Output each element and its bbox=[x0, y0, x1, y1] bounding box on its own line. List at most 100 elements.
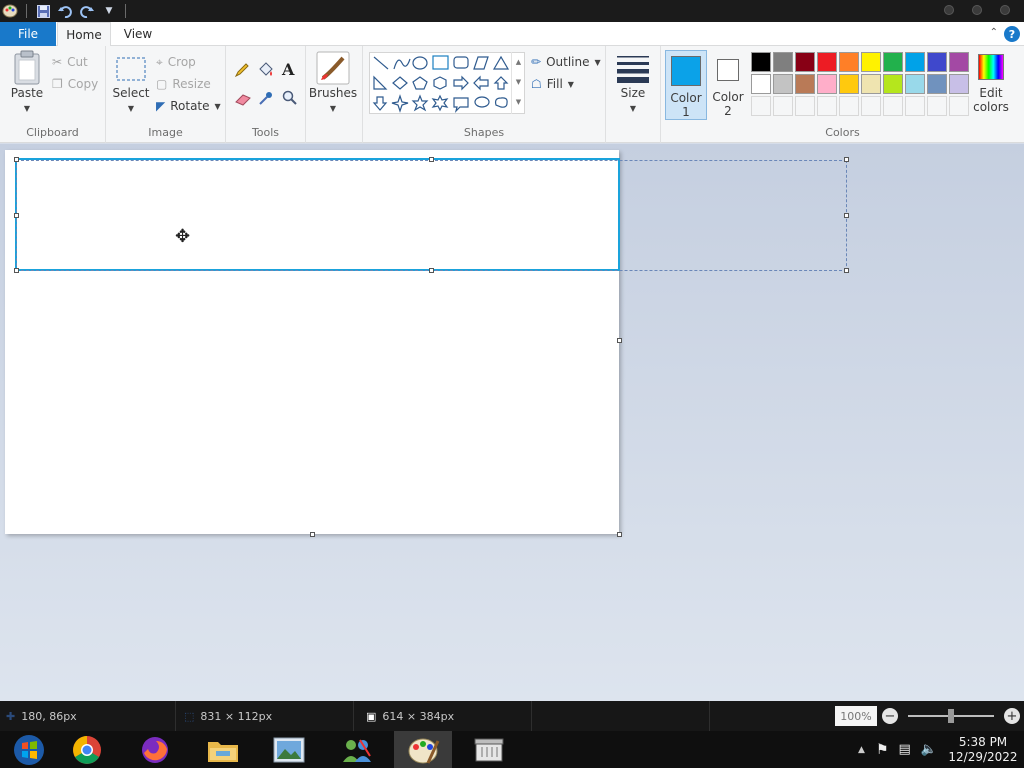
save-icon[interactable] bbox=[35, 3, 51, 19]
text-icon[interactable]: A bbox=[282, 60, 294, 79]
fill-bucket-icon[interactable] bbox=[257, 62, 275, 81]
rotate-button[interactable]: ◤ Rotate ▼ bbox=[156, 96, 221, 116]
title-bar: ▼ bbox=[0, 0, 1024, 22]
palette-swatch[interactable] bbox=[817, 96, 837, 116]
palette-swatch[interactable] bbox=[883, 52, 903, 72]
crop-button[interactable]: ⌖ Crop bbox=[156, 52, 196, 72]
close-button[interactable] bbox=[1000, 5, 1010, 15]
palette-swatch[interactable] bbox=[795, 96, 815, 116]
cut-button[interactable]: ✂ Cut bbox=[52, 52, 88, 72]
selection-handle-bottom-right[interactable] bbox=[844, 268, 849, 273]
shape-selection-box[interactable] bbox=[16, 160, 847, 271]
undo-icon[interactable] bbox=[57, 3, 73, 19]
zoom-slider-thumb[interactable] bbox=[948, 709, 954, 723]
palette-swatch[interactable] bbox=[905, 52, 925, 72]
tools-group-label: Tools bbox=[251, 126, 280, 139]
shapes-group-label: Shapes bbox=[463, 126, 505, 139]
palette-swatch[interactable] bbox=[927, 74, 947, 94]
tab-file[interactable]: File bbox=[0, 22, 56, 46]
brush-icon bbox=[316, 51, 350, 85]
taskbar-chrome[interactable] bbox=[58, 731, 116, 768]
maximize-button[interactable] bbox=[972, 5, 982, 15]
selection-handle-bottom-left[interactable] bbox=[14, 268, 19, 273]
action-center-flag-icon[interactable]: ⚑ bbox=[871, 742, 894, 758]
palette-swatch[interactable] bbox=[905, 96, 925, 116]
paint-app-icon[interactable] bbox=[2, 3, 18, 19]
brushes-button[interactable]: Brushes ▼ bbox=[309, 50, 357, 116]
fill-button[interactable]: ☖ Fill ▼ bbox=[531, 74, 574, 94]
palette-swatch[interactable] bbox=[817, 74, 837, 94]
size-button[interactable]: Size ▼ bbox=[612, 50, 654, 116]
palette-swatch[interactable] bbox=[883, 74, 903, 94]
copy-button[interactable]: ❐ Copy bbox=[52, 74, 98, 94]
customize-dropdown-icon[interactable]: ▼ bbox=[101, 3, 117, 19]
taskbar-network-people[interactable] bbox=[328, 731, 386, 768]
palette-swatch[interactable] bbox=[949, 96, 969, 116]
palette-swatch[interactable] bbox=[795, 74, 815, 94]
palette-swatch[interactable] bbox=[861, 96, 881, 116]
taskbar-photo-viewer[interactable] bbox=[260, 731, 318, 768]
palette-swatch[interactable] bbox=[751, 96, 771, 116]
fill-label: Fill bbox=[546, 77, 563, 91]
rectangle-shape-icon bbox=[432, 55, 449, 70]
paste-button[interactable]: Paste ▼ bbox=[8, 50, 46, 116]
canvas-resize-handle-bottom[interactable] bbox=[310, 532, 315, 537]
shapes-gallery-scroller[interactable]: ▲ ▼ ▼ bbox=[511, 52, 525, 114]
taskbar-firefox[interactable] bbox=[126, 731, 184, 768]
taskbar-clock[interactable]: 5:38 PM 12/29/2022 bbox=[942, 735, 1024, 765]
taskbar-paint[interactable] bbox=[394, 731, 452, 768]
color2-button[interactable]: Color 2 bbox=[709, 50, 747, 120]
selection-handle-top-right[interactable] bbox=[844, 157, 849, 162]
collapse-ribbon-icon[interactable]: ⌃ bbox=[990, 27, 998, 38]
start-button[interactable] bbox=[0, 731, 58, 768]
color-picker-icon[interactable] bbox=[258, 90, 274, 109]
canvas-resize-handle-right[interactable] bbox=[617, 338, 622, 343]
palette-swatch[interactable] bbox=[773, 52, 793, 72]
eraser-icon[interactable] bbox=[234, 92, 252, 109]
outline-button[interactable]: ✏ Outline ▼ bbox=[531, 52, 601, 72]
select-button[interactable]: Select ▼ bbox=[112, 50, 150, 116]
palette-swatch[interactable] bbox=[883, 96, 903, 116]
palette-swatch[interactable] bbox=[751, 74, 771, 94]
resize-button[interactable]: ▢ Resize bbox=[156, 74, 211, 94]
tab-view[interactable]: View bbox=[116, 22, 160, 46]
palette-swatch[interactable] bbox=[751, 52, 771, 72]
taskbar-archive[interactable] bbox=[460, 731, 518, 768]
zoom-in-button[interactable]: + bbox=[1004, 708, 1020, 724]
network-icon[interactable]: ▤ bbox=[894, 742, 916, 757]
selection-handle-left[interactable] bbox=[14, 213, 19, 218]
magnifier-icon[interactable] bbox=[282, 90, 298, 109]
edit-colors-button[interactable]: Edit colors bbox=[971, 52, 1011, 122]
selection-handle-top[interactable] bbox=[429, 157, 434, 162]
selection-handle-bottom[interactable] bbox=[429, 268, 434, 273]
palette-swatch[interactable] bbox=[905, 74, 925, 94]
palette-swatch[interactable] bbox=[927, 96, 947, 116]
color1-button[interactable]: Color 1 bbox=[665, 50, 707, 120]
selection-handle-top-left[interactable] bbox=[14, 157, 19, 162]
copy-icon: ❐ bbox=[52, 77, 63, 91]
canvas-resize-handle-corner[interactable] bbox=[617, 532, 622, 537]
palette-swatch[interactable] bbox=[949, 74, 969, 94]
palette-swatch[interactable] bbox=[773, 74, 793, 94]
volume-icon[interactable]: 🔈 bbox=[916, 742, 942, 757]
palette-swatch[interactable] bbox=[861, 52, 881, 72]
selection-handle-right[interactable] bbox=[844, 213, 849, 218]
tab-home[interactable]: Home bbox=[57, 22, 111, 47]
palette-swatch[interactable] bbox=[949, 52, 969, 72]
pencil-icon[interactable] bbox=[234, 62, 250, 81]
line-size-icon bbox=[617, 56, 649, 83]
minimize-button[interactable] bbox=[944, 5, 954, 15]
palette-swatch[interactable] bbox=[861, 74, 881, 94]
zoom-out-button[interactable]: − bbox=[882, 708, 898, 724]
help-icon[interactable]: ? bbox=[1004, 26, 1020, 42]
redo-icon[interactable] bbox=[79, 3, 95, 19]
palette-swatch[interactable] bbox=[773, 96, 793, 116]
palette-swatch[interactable] bbox=[839, 96, 859, 116]
palette-swatch[interactable] bbox=[927, 52, 947, 72]
palette-swatch[interactable] bbox=[795, 52, 815, 72]
palette-swatch[interactable] bbox=[817, 52, 837, 72]
palette-swatch[interactable] bbox=[839, 52, 859, 72]
palette-swatch[interactable] bbox=[839, 74, 859, 94]
taskbar-file-explorer[interactable] bbox=[194, 731, 252, 768]
show-hidden-icons-icon[interactable]: ▲ bbox=[852, 745, 871, 755]
